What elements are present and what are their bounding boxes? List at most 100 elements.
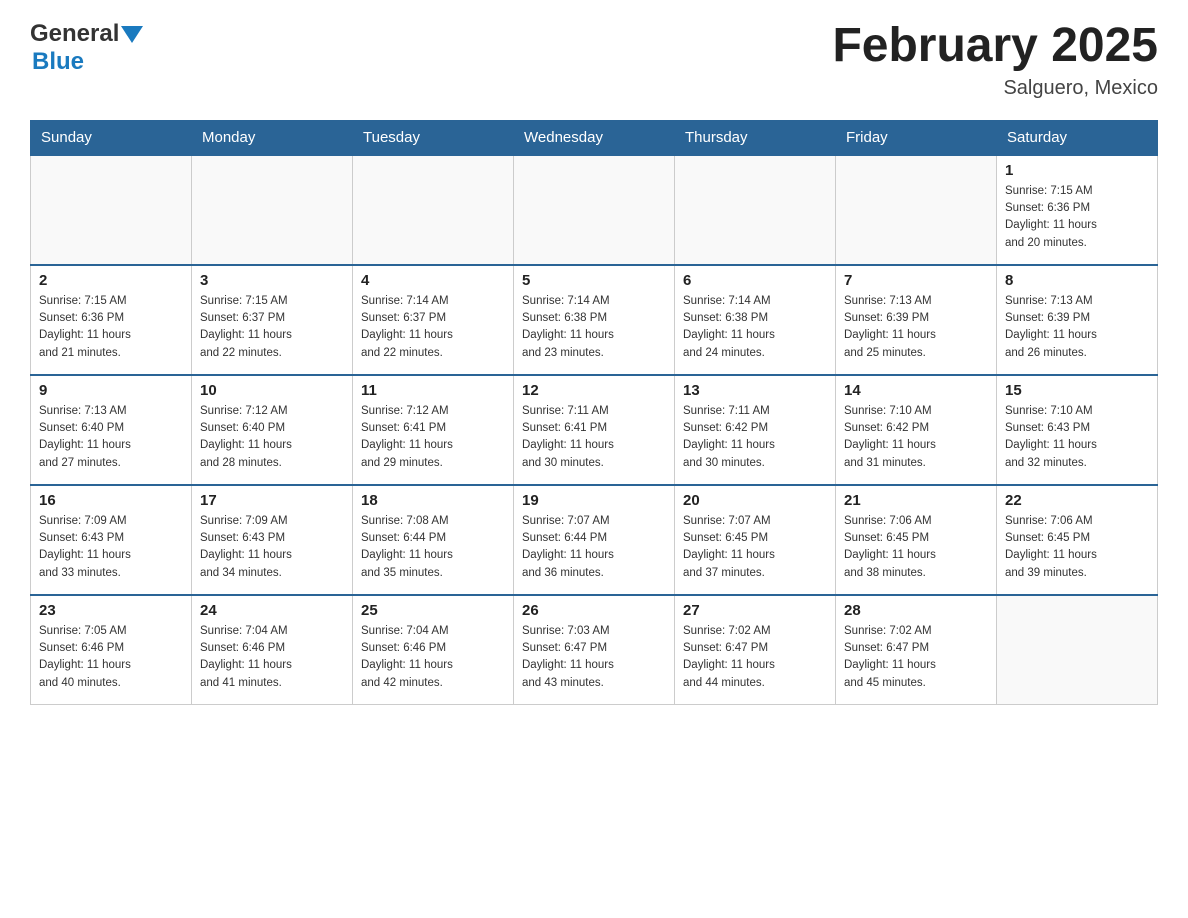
day-info: Sunrise: 7:04 AM Sunset: 6:46 PM Dayligh… — [200, 623, 344, 692]
calendar-cell: 6 Sunrise: 7:14 AM Sunset: 6:38 PM Daylig… — [675, 265, 836, 375]
calendar-cell — [31, 155, 192, 265]
day-number: 3 — [200, 272, 344, 289]
day-number: 9 — [39, 382, 183, 399]
day-number: 10 — [200, 382, 344, 399]
calendar-cell: 27 Sunrise: 7:02 AM Sunset: 6:47 PM Dayli… — [675, 595, 836, 705]
day-info: Sunrise: 7:14 AM Sunset: 6:38 PM Dayligh… — [683, 293, 827, 362]
calendar-week-2: 2Sunrise: 7:15 AM Sunset: 6:36 PM Daylig… — [31, 265, 1158, 375]
calendar-cell: 24 Sunrise: 7:04 AM Sunset: 6:46 PM Dayli… — [192, 595, 353, 705]
day-info: Sunrise: 7:11 AM Sunset: 6:42 PM Dayligh… — [683, 403, 827, 472]
day-info: Sunrise: 7:05 AM Sunset: 6:46 PM Dayligh… — [39, 623, 183, 692]
calendar-cell: 10Sunrise: 7:12 AM Sunset: 6:40 PM Dayli… — [192, 375, 353, 485]
calendar-cell: 3 Sunrise: 7:15 AM Sunset: 6:37 PM Daylig… — [192, 265, 353, 375]
calendar-cell: 23 Sunrise: 7:05 AM Sunset: 6:46 PM Dayli… — [31, 595, 192, 705]
day-info: Sunrise: 7:13 AM Sunset: 6:39 PM Dayligh… — [844, 293, 988, 362]
calendar-week-5: 23 Sunrise: 7:05 AM Sunset: 6:46 PM Dayli… — [31, 595, 1158, 705]
calendar-cell: 11 Sunrise: 7:12 AM Sunset: 6:41 PM Dayli… — [353, 375, 514, 485]
calendar-week-4: 16 Sunrise: 7:09 AM Sunset: 6:43 PM Dayli… — [31, 485, 1158, 595]
day-number: 6 — [683, 272, 827, 289]
calendar-cell: 17 Sunrise: 7:09 AM Sunset: 6:43 PM Dayli… — [192, 485, 353, 595]
day-number: 13 — [683, 382, 827, 399]
day-number: 7 — [844, 272, 988, 289]
calendar-cell: 9 Sunrise: 7:13 AM Sunset: 6:40 PM Daylig… — [31, 375, 192, 485]
day-number: 8 — [1005, 272, 1149, 289]
calendar-cell: 7 Sunrise: 7:13 AM Sunset: 6:39 PM Daylig… — [836, 265, 997, 375]
calendar-cell: 12 Sunrise: 7:11 AM Sunset: 6:41 PM Dayli… — [514, 375, 675, 485]
day-info: Sunrise: 7:15 AM Sunset: 6:36 PM Dayligh… — [1005, 183, 1149, 252]
day-info: Sunrise: 7:07 AM Sunset: 6:44 PM Dayligh… — [522, 513, 666, 582]
day-number: 18 — [361, 492, 505, 509]
calendar-cell: 8 Sunrise: 7:13 AM Sunset: 6:39 PM Daylig… — [997, 265, 1158, 375]
day-number: 16 — [39, 492, 183, 509]
title-area: February 2025 Salguero, Mexico — [832, 20, 1158, 100]
day-info: Sunrise: 7:14 AM Sunset: 6:38 PM Dayligh… — [522, 293, 666, 362]
day-number: 14 — [844, 382, 988, 399]
calendar-cell — [192, 155, 353, 265]
page-header: General Blue February 2025 Salguero, Mex… — [30, 20, 1158, 100]
day-info: Sunrise: 7:09 AM Sunset: 6:43 PM Dayligh… — [200, 513, 344, 582]
calendar-cell: 26 Sunrise: 7:03 AM Sunset: 6:47 PM Dayli… — [514, 595, 675, 705]
calendar-cell: 4Sunrise: 7:14 AM Sunset: 6:37 PM Daylig… — [353, 265, 514, 375]
weekday-header-wednesday: Wednesday — [514, 120, 675, 155]
calendar-cell: 18 Sunrise: 7:08 AM Sunset: 6:44 PM Dayli… — [353, 485, 514, 595]
weekday-header-sunday: Sunday — [31, 120, 192, 155]
day-number: 5 — [522, 272, 666, 289]
calendar-cell — [836, 155, 997, 265]
day-info: Sunrise: 7:14 AM Sunset: 6:37 PM Dayligh… — [361, 293, 505, 362]
calendar-cell: 14Sunrise: 7:10 AM Sunset: 6:42 PM Dayli… — [836, 375, 997, 485]
logo: General Blue — [30, 20, 143, 76]
day-number: 23 — [39, 602, 183, 619]
day-info: Sunrise: 7:15 AM Sunset: 6:37 PM Dayligh… — [200, 293, 344, 362]
calendar-cell: 2Sunrise: 7:15 AM Sunset: 6:36 PM Daylig… — [31, 265, 192, 375]
calendar-cell: 21Sunrise: 7:06 AM Sunset: 6:45 PM Dayli… — [836, 485, 997, 595]
logo-general-text: General — [30, 20, 119, 48]
day-number: 22 — [1005, 492, 1149, 509]
day-info: Sunrise: 7:13 AM Sunset: 6:39 PM Dayligh… — [1005, 293, 1149, 362]
day-info: Sunrise: 7:04 AM Sunset: 6:46 PM Dayligh… — [361, 623, 505, 692]
logo-blue-text: Blue — [32, 48, 84, 75]
day-info: Sunrise: 7:09 AM Sunset: 6:43 PM Dayligh… — [39, 513, 183, 582]
day-number: 2 — [39, 272, 183, 289]
calendar-title: February 2025 — [832, 20, 1158, 73]
calendar-subtitle: Salguero, Mexico — [832, 77, 1158, 100]
day-info: Sunrise: 7:06 AM Sunset: 6:45 PM Dayligh… — [1005, 513, 1149, 582]
day-info: Sunrise: 7:08 AM Sunset: 6:44 PM Dayligh… — [361, 513, 505, 582]
day-info: Sunrise: 7:02 AM Sunset: 6:47 PM Dayligh… — [683, 623, 827, 692]
calendar-cell — [997, 595, 1158, 705]
day-info: Sunrise: 7:03 AM Sunset: 6:47 PM Dayligh… — [522, 623, 666, 692]
day-info: Sunrise: 7:11 AM Sunset: 6:41 PM Dayligh… — [522, 403, 666, 472]
day-number: 20 — [683, 492, 827, 509]
weekday-header-tuesday: Tuesday — [353, 120, 514, 155]
calendar-cell — [675, 155, 836, 265]
day-number: 11 — [361, 382, 505, 399]
day-number: 15 — [1005, 382, 1149, 399]
calendar-table: SundayMondayTuesdayWednesdayThursdayFrid… — [30, 120, 1158, 706]
calendar-cell: 20Sunrise: 7:07 AM Sunset: 6:45 PM Dayli… — [675, 485, 836, 595]
day-number: 1 — [1005, 162, 1149, 179]
day-number: 25 — [361, 602, 505, 619]
calendar-cell: 1 Sunrise: 7:15 AM Sunset: 6:36 PM Daylig… — [997, 155, 1158, 265]
day-info: Sunrise: 7:02 AM Sunset: 6:47 PM Dayligh… — [844, 623, 988, 692]
day-info: Sunrise: 7:13 AM Sunset: 6:40 PM Dayligh… — [39, 403, 183, 472]
calendar-cell — [514, 155, 675, 265]
day-number: 27 — [683, 602, 827, 619]
calendar-cell: 25 Sunrise: 7:04 AM Sunset: 6:46 PM Dayli… — [353, 595, 514, 705]
day-number: 17 — [200, 492, 344, 509]
logo-triangle-icon — [121, 26, 143, 43]
day-number: 21 — [844, 492, 988, 509]
calendar-week-1: 1 Sunrise: 7:15 AM Sunset: 6:36 PM Daylig… — [31, 155, 1158, 265]
day-number: 19 — [522, 492, 666, 509]
calendar-header: SundayMondayTuesdayWednesdayThursdayFrid… — [31, 120, 1158, 155]
day-number: 12 — [522, 382, 666, 399]
calendar-cell — [353, 155, 514, 265]
day-info: Sunrise: 7:12 AM Sunset: 6:41 PM Dayligh… — [361, 403, 505, 472]
calendar-cell: 15Sunrise: 7:10 AM Sunset: 6:43 PM Dayli… — [997, 375, 1158, 485]
day-number: 24 — [200, 602, 344, 619]
day-number: 26 — [522, 602, 666, 619]
calendar-week-3: 9 Sunrise: 7:13 AM Sunset: 6:40 PM Daylig… — [31, 375, 1158, 485]
calendar-cell: 13 Sunrise: 7:11 AM Sunset: 6:42 PM Dayli… — [675, 375, 836, 485]
calendar-cell: 16 Sunrise: 7:09 AM Sunset: 6:43 PM Dayli… — [31, 485, 192, 595]
weekday-header-thursday: Thursday — [675, 120, 836, 155]
calendar-cell: 28Sunrise: 7:02 AM Sunset: 6:47 PM Dayli… — [836, 595, 997, 705]
weekday-header-saturday: Saturday — [997, 120, 1158, 155]
